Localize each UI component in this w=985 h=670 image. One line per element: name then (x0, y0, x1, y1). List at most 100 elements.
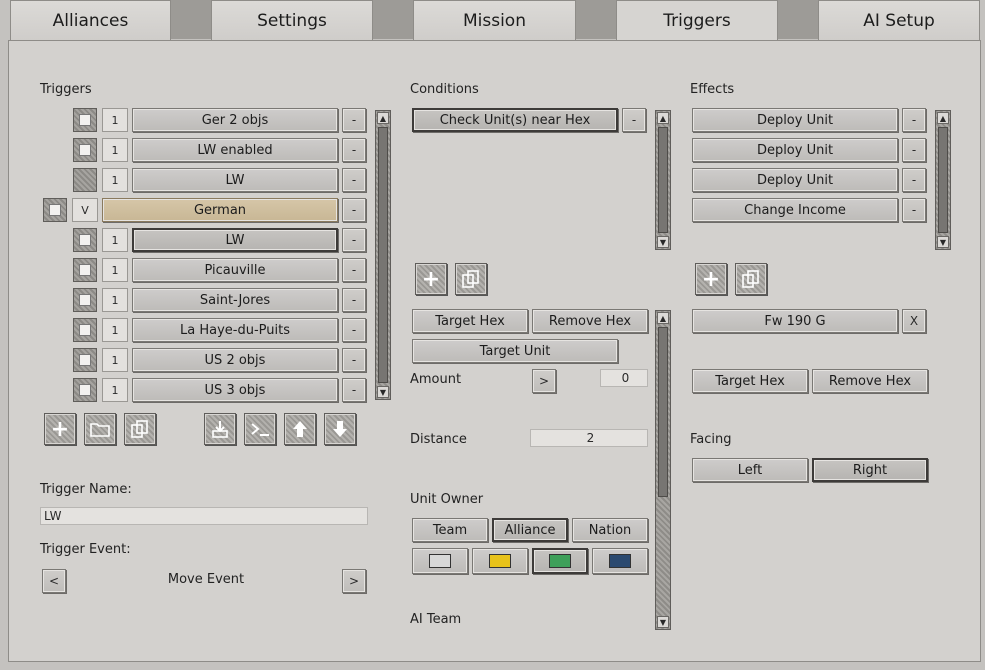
scroll-down-icon[interactable]: ▼ (657, 616, 669, 628)
trigger-item[interactable]: LW enabled (132, 138, 338, 162)
scroll-thumb[interactable] (378, 127, 388, 383)
amount-input[interactable]: 0 (600, 369, 648, 387)
trigger-enable-checkbox[interactable] (43, 198, 67, 222)
owner-color-button[interactable] (412, 548, 468, 574)
remove-effect-button[interactable]: - (902, 198, 926, 222)
trigger-item[interactable]: US 3 objs (132, 378, 338, 402)
trigger-item[interactable]: Picauville (132, 258, 338, 282)
checkbox-box (79, 234, 91, 246)
remove-trigger-button[interactable]: - (342, 228, 366, 252)
copy-trigger-icon[interactable] (124, 413, 156, 445)
trigger-enable-checkbox[interactable] (73, 108, 97, 132)
trigger-enable-checkbox[interactable] (73, 138, 97, 162)
remove-trigger-button[interactable]: - (342, 348, 366, 372)
remove-trigger-button[interactable]: - (342, 108, 366, 132)
move-up-icon[interactable] (284, 413, 316, 445)
folder-icon[interactable] (84, 413, 116, 445)
trigger-item[interactable]: Ger 2 objs (132, 108, 338, 132)
remove-trigger-button[interactable]: - (342, 168, 366, 192)
import-icon[interactable] (204, 413, 236, 445)
trigger-enable-checkbox[interactable] (73, 288, 97, 312)
copy-effect-icon[interactable] (735, 263, 767, 295)
condition-target-hex-button[interactable]: Target Hex (412, 309, 528, 333)
add-effect-icon[interactable]: + (695, 263, 727, 295)
add-condition-icon[interactable]: + (415, 263, 447, 295)
facing-left-button[interactable]: Left (692, 458, 808, 482)
checkbox-box (79, 114, 91, 126)
owner-color-button[interactable] (472, 548, 528, 574)
scroll-thumb[interactable] (658, 327, 668, 497)
trigger-enable-checkbox[interactable] (73, 228, 97, 252)
effect-item[interactable]: Deploy Unit (692, 108, 898, 132)
scroll-up-icon[interactable]: ▲ (937, 112, 949, 124)
tab-separator (576, 0, 616, 39)
trigger-item[interactable]: LW (132, 168, 338, 192)
trigger-enable-checkbox[interactable] (73, 378, 97, 402)
tab-settings[interactable]: Settings (211, 0, 373, 40)
scroll-up-icon[interactable]: ▲ (657, 112, 669, 124)
effect-item[interactable]: Deploy Unit (692, 168, 898, 192)
remove-condition-button[interactable]: - (622, 108, 646, 132)
trigger-scrollbar[interactable]: ▲ ▼ (375, 110, 391, 400)
scroll-down-icon[interactable]: ▼ (657, 236, 669, 248)
remove-effect-button[interactable]: - (902, 108, 926, 132)
remove-trigger-button[interactable]: - (342, 318, 366, 342)
condition-details-scrollbar[interactable]: ▲ ▼ (655, 310, 671, 630)
trigger-item[interactable]: La Haye-du-Puits (132, 318, 338, 342)
remove-trigger-button[interactable]: - (342, 198, 366, 222)
scroll-thumb[interactable] (938, 127, 948, 233)
condition-target-unit-button[interactable]: Target Unit (412, 339, 618, 363)
tab-ai-setup[interactable]: AI Setup (818, 0, 980, 40)
trigger-name-input[interactable]: LW (40, 507, 368, 525)
remove-trigger-button[interactable]: - (342, 138, 366, 162)
trigger-count: 1 (102, 348, 128, 372)
tab-alliances[interactable]: Alliances (10, 0, 171, 40)
facing-right-button[interactable]: Right (812, 458, 928, 482)
copy-condition-icon[interactable] (455, 263, 487, 295)
remove-trigger-button[interactable]: - (342, 288, 366, 312)
remove-effect-button[interactable]: - (902, 138, 926, 162)
scroll-down-icon[interactable]: ▼ (937, 236, 949, 248)
tab-separator (373, 0, 413, 39)
effect-item[interactable]: Change Income (692, 198, 898, 222)
event-prev-button[interactable]: < (42, 569, 66, 593)
trigger-item[interactable]: German (102, 198, 338, 222)
condition-item[interactable]: Check Unit(s) near Hex (412, 108, 618, 132)
trigger-enable-checkbox[interactable] (73, 318, 97, 342)
effect-unit-remove-button[interactable]: X (902, 309, 926, 333)
trigger-item[interactable]: Saint-Jores (132, 288, 338, 312)
owner-color-button[interactable] (592, 548, 648, 574)
tab-mission[interactable]: Mission (413, 0, 576, 40)
trigger-enable-checkbox[interactable] (73, 348, 97, 372)
owner-tab-team[interactable]: Team (412, 518, 488, 542)
effect-item[interactable]: Deploy Unit (692, 138, 898, 162)
add-trigger-icon[interactable]: + (44, 413, 76, 445)
scroll-down-icon[interactable]: ▼ (377, 386, 389, 398)
console-icon[interactable] (244, 413, 276, 445)
owner-color-button[interactable] (532, 548, 588, 574)
effect-target-hex-button[interactable]: Target Hex (692, 369, 808, 393)
trigger-enable-checkbox[interactable] (73, 258, 97, 282)
remove-trigger-button[interactable]: - (342, 378, 366, 402)
owner-tab-nation[interactable]: Nation (572, 518, 648, 542)
effects-scrollbar[interactable]: ▲ ▼ (935, 110, 951, 250)
effect-unit-button[interactable]: Fw 190 G (692, 309, 898, 333)
condition-remove-hex-button[interactable]: Remove Hex (532, 309, 648, 333)
remove-trigger-button[interactable]: - (342, 258, 366, 282)
trigger-item[interactable]: LW (132, 228, 338, 252)
trigger-count: 1 (102, 108, 128, 132)
move-down-icon[interactable] (324, 413, 356, 445)
scroll-up-icon[interactable]: ▲ (657, 312, 669, 324)
scroll-thumb[interactable] (658, 127, 668, 233)
tab-triggers[interactable]: Triggers (616, 0, 778, 41)
trigger-item[interactable]: US 2 objs (132, 348, 338, 372)
conditions-scrollbar[interactable]: ▲ ▼ (655, 110, 671, 250)
effect-remove-hex-button[interactable]: Remove Hex (812, 369, 928, 393)
trigger-enable-checkbox[interactable] (73, 168, 97, 192)
amount-operator-button[interactable]: > (532, 369, 556, 393)
distance-input[interactable]: 2 (530, 429, 648, 447)
scroll-up-icon[interactable]: ▲ (377, 112, 389, 124)
owner-tab-alliance[interactable]: Alliance (492, 518, 568, 542)
event-next-button[interactable]: > (342, 569, 366, 593)
remove-effect-button[interactable]: - (902, 168, 926, 192)
